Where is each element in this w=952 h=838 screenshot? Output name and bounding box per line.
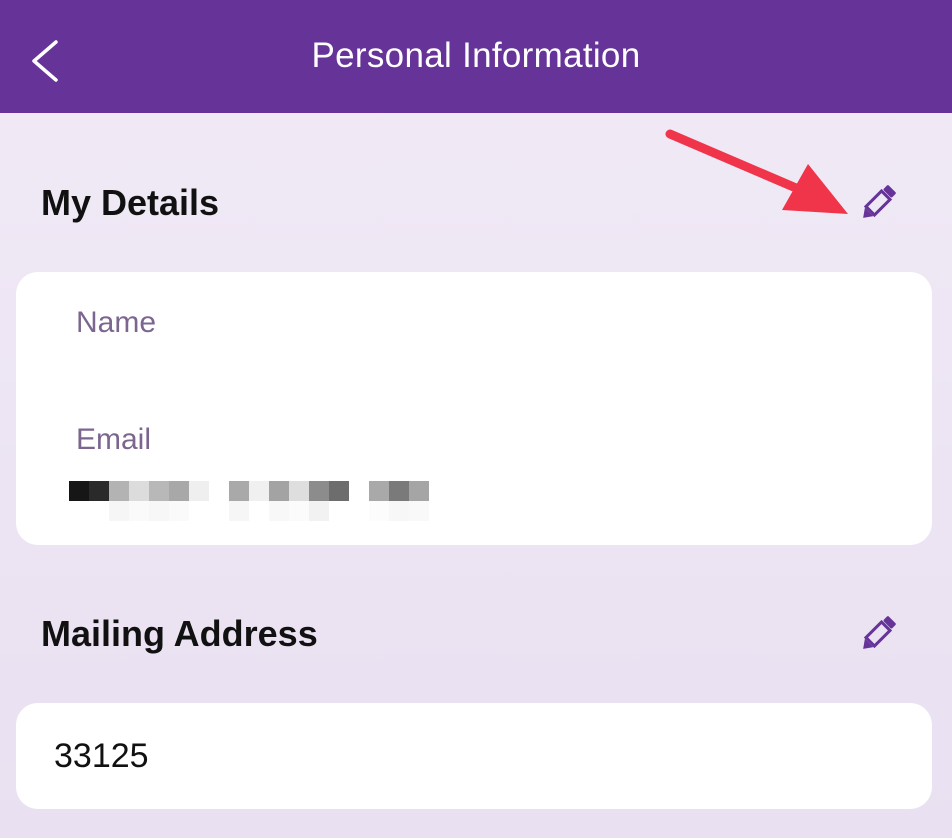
pencil-icon xyxy=(863,616,896,649)
chevron-left-icon xyxy=(32,40,58,82)
my-details-title: My Details xyxy=(41,182,220,223)
mailing-address-title: Mailing Address xyxy=(41,613,318,654)
annotation-arrow-icon xyxy=(665,129,848,214)
pencil-icon xyxy=(863,185,896,218)
email-value-redacted xyxy=(69,481,429,521)
edit-my-details-button[interactable] xyxy=(855,180,901,226)
mailing-address-value: 33125 xyxy=(54,737,149,775)
email-label: Email xyxy=(76,423,152,456)
name-label: Name xyxy=(76,306,157,339)
back-button[interactable] xyxy=(26,38,66,84)
page-title: Personal Information xyxy=(311,35,641,75)
edit-mailing-address-button[interactable] xyxy=(855,611,901,657)
app-header: Personal Information xyxy=(0,0,952,113)
my-details-card: Name Email xyxy=(16,272,932,545)
mailing-address-card: 33125 xyxy=(16,703,932,809)
